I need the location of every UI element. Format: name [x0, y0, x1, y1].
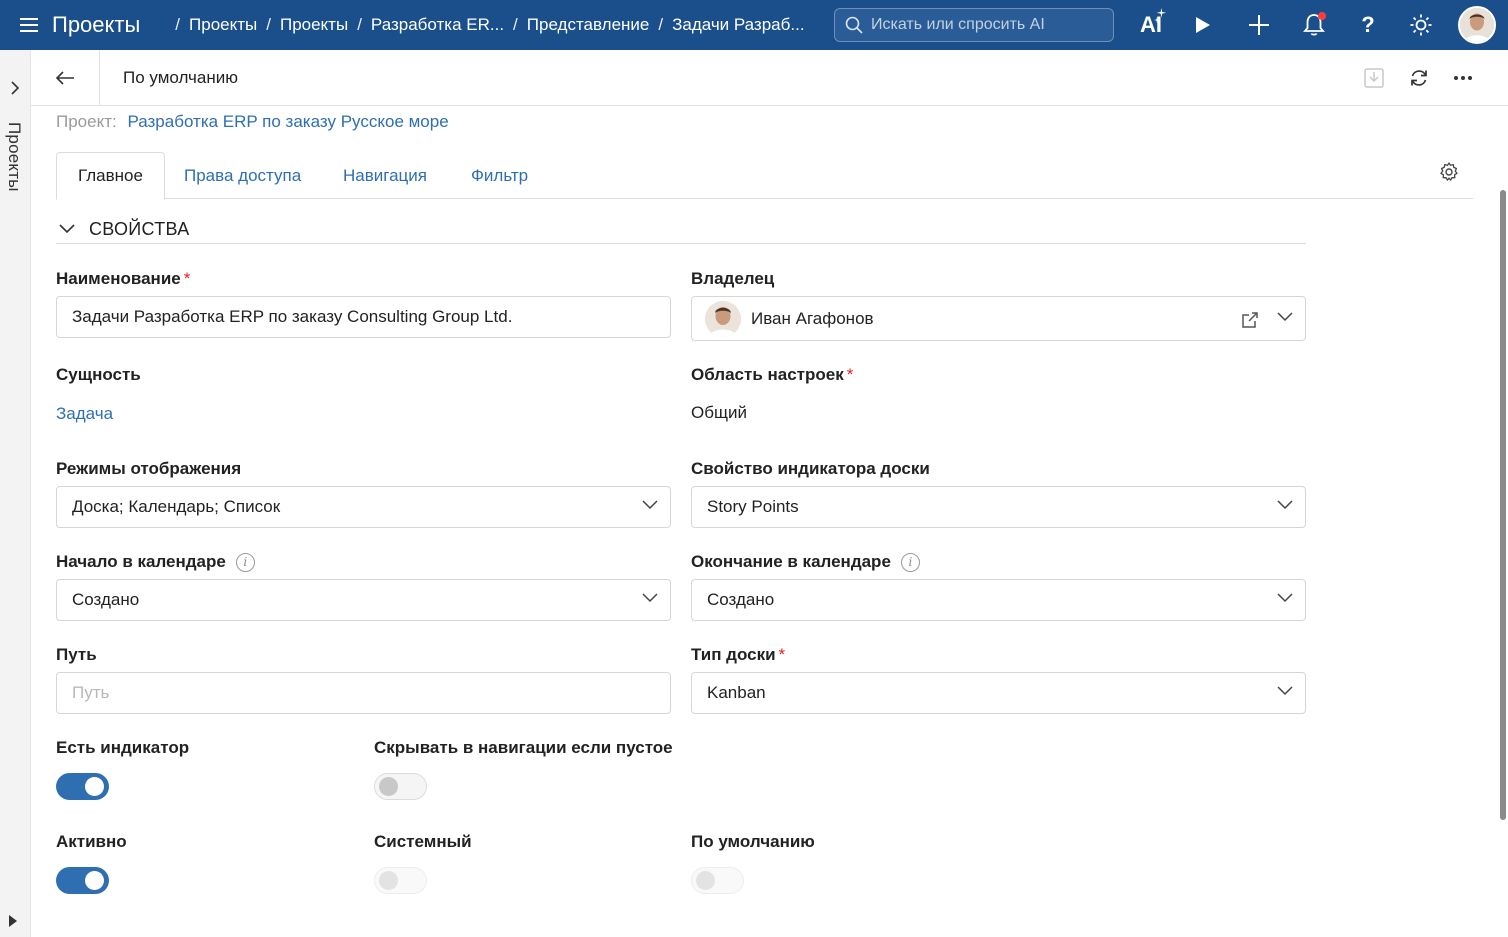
chevron-down-icon — [1277, 500, 1293, 510]
gear-icon[interactable] — [1438, 161, 1460, 188]
board-type-label: Тип доски * — [691, 645, 786, 664]
play-icon[interactable] — [1186, 8, 1220, 42]
top-bar: Проекты / Проекты / Проекты / Разработка… — [0, 0, 1508, 50]
page-title: По умолчанию — [123, 68, 238, 87]
chevron-down-icon[interactable] — [58, 222, 76, 240]
default-toggle[interactable] — [691, 867, 744, 894]
help-icon[interactable]: ? — [1351, 8, 1385, 42]
breadcrumb-item[interactable]: Проекты — [280, 15, 348, 35]
ai-sparkle-icon[interactable]: AI — [1131, 8, 1171, 42]
display-modes-select[interactable]: Доска; Календарь; Список — [56, 486, 671, 528]
calendar-start-label: Начало в календаре i — [56, 552, 255, 572]
chevron-down-icon — [1277, 686, 1293, 696]
expand-rail-chevron-icon[interactable] — [8, 80, 22, 101]
bell-icon[interactable] — [1297, 8, 1331, 42]
system-toggle[interactable] — [374, 867, 427, 894]
info-icon[interactable]: i — [235, 553, 255, 572]
board-type-select[interactable]: Kanban — [691, 672, 1306, 714]
path-field[interactable] — [56, 672, 671, 714]
display-modes-label: Режимы отображения — [56, 459, 242, 478]
properties-section-header: СВОЙСТВА — [56, 216, 1306, 244]
chevron-down-icon — [642, 593, 658, 603]
open-external-icon[interactable] — [1240, 310, 1260, 330]
rail-label[interactable]: Проекты — [4, 122, 24, 192]
info-icon[interactable]: i — [900, 553, 920, 572]
breadcrumb-item-current[interactable]: Задачи Разраб... — [672, 15, 804, 35]
owner-value: Иван Агафонов — [751, 308, 874, 328]
hamburger-menu-icon[interactable] — [18, 14, 40, 36]
board-indicator-value: Story Points — [707, 497, 799, 516]
display-modes-value: Доска; Календарь; Список — [72, 497, 281, 516]
breadcrumb-item[interactable]: Проекты — [189, 15, 257, 35]
more-options-icon[interactable] — [1449, 64, 1477, 92]
path-label: Путь — [56, 645, 97, 664]
scope-value: Общий — [691, 403, 747, 422]
chevron-down-icon — [642, 500, 658, 510]
arrow-left-icon — [55, 71, 74, 85]
calendar-end-select[interactable]: Создано — [691, 579, 1306, 621]
breadcrumb: / Проекты / Проекты / Разработка ER... /… — [175, 15, 805, 35]
owner-field[interactable]: Иван Агафонов — [691, 296, 1306, 341]
name-field[interactable] — [56, 296, 671, 338]
notification-dot — [1318, 12, 1326, 20]
chevron-down-icon — [1277, 593, 1293, 603]
default-label: По умолчанию — [691, 832, 815, 851]
theme-sun-icon[interactable] — [1404, 8, 1438, 42]
tab-main[interactable]: Главное — [56, 152, 165, 200]
owner-label: Владелец — [691, 269, 775, 288]
project-label: Проект: — [56, 112, 117, 131]
app-title[interactable]: Проекты — [52, 12, 140, 38]
entity-link[interactable]: Задача — [56, 404, 113, 424]
breadcrumb-item[interactable]: Разработка ER... — [371, 15, 504, 35]
tab-access-rights[interactable]: Права доступа — [163, 152, 322, 199]
chevron-down-icon[interactable] — [1277, 312, 1293, 322]
owner-avatar — [705, 300, 741, 337]
search-box[interactable] — [834, 8, 1114, 42]
main-content: Проект: Разработка ERP по заказу Русское… — [31, 106, 1499, 937]
hide-if-empty-label: Скрывать в навигации если пустое — [374, 738, 673, 757]
active-label: Активно — [56, 832, 127, 851]
user-avatar[interactable] — [1458, 6, 1496, 44]
entity-label: Сущность — [56, 365, 141, 384]
project-line: Проект: Разработка ERP по заказу Русское… — [56, 112, 449, 132]
calendar-end-value: Создано — [707, 590, 775, 609]
save-download-icon[interactable] — [1360, 64, 1388, 92]
page-header: По умолчанию — [31, 50, 1508, 106]
back-button[interactable] — [31, 50, 100, 106]
tab-filter[interactable]: Фильтр — [450, 152, 549, 199]
breadcrumb-item[interactable]: Представление — [527, 15, 650, 35]
search-icon — [845, 16, 863, 34]
tab-navigation[interactable]: Навигация — [322, 152, 448, 199]
scope-label: Область настроек * — [691, 365, 854, 384]
path-input[interactable] — [72, 683, 641, 703]
rail-collapse-arrow-icon[interactable] — [9, 915, 17, 927]
project-link[interactable]: Разработка ERP по заказу Русское море — [127, 112, 448, 131]
left-rail: Проекты — [0, 50, 31, 937]
section-title: СВОЙСТВА — [89, 219, 190, 239]
has-indicator-toggle[interactable] — [56, 773, 109, 800]
active-toggle[interactable] — [56, 867, 109, 894]
search-input[interactable] — [871, 16, 1091, 34]
hide-if-empty-toggle[interactable] — [374, 773, 427, 800]
system-label: Системный — [374, 832, 472, 851]
calendar-start-select[interactable]: Создано — [56, 579, 671, 621]
board-indicator-label: Свойство индикатора доски — [691, 459, 930, 478]
calendar-start-value: Создано — [72, 590, 140, 609]
has-indicator-label: Есть индикатор — [56, 738, 190, 757]
plus-icon[interactable] — [1242, 8, 1276, 42]
refresh-icon[interactable] — [1405, 64, 1433, 92]
name-label: Наименование * — [56, 269, 191, 288]
name-input[interactable] — [72, 307, 641, 327]
board-indicator-select[interactable]: Story Points — [691, 486, 1306, 528]
tab-bar: Главное Права доступа Навигация Фильтр — [56, 152, 1473, 200]
board-type-value: Kanban — [707, 683, 766, 702]
scrollbar-thumb[interactable] — [1500, 190, 1506, 820]
calendar-end-label: Окончание в календаре i — [691, 552, 920, 572]
